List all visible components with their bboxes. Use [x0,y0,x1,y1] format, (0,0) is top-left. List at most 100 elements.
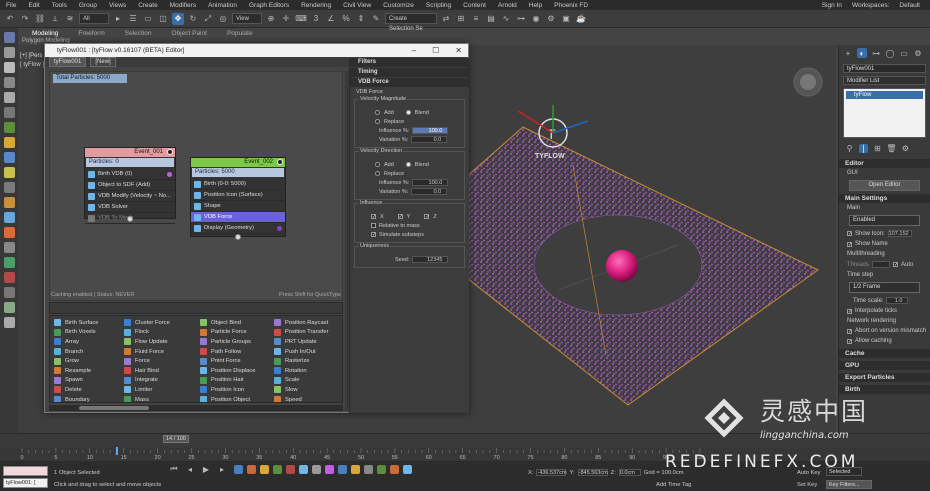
tab-modeling[interactable]: Modeling [32,30,58,37]
cache-header[interactable]: Cache [839,349,930,358]
place-icon[interactable]: ◎ [217,13,229,25]
variation-spinner[interactable]: 0.0 [411,188,448,195]
viewport-tab[interactable]: [ tyFlow ] [20,62,44,68]
helpers-icon[interactable] [3,167,15,178]
operator-item[interactable]: Limiter [124,385,198,395]
stack-item-tyflow[interactable]: tyFlow [846,91,923,99]
vdb-force-rollout[interactable]: VDB Force [350,78,469,87]
operator-item[interactable]: Mass [124,395,198,402]
operator-item[interactable]: Flock [124,328,198,338]
menu-edit[interactable]: Edit [28,2,39,9]
editor-rollout-header[interactable]: Editor [839,159,930,168]
play-icon[interactable]: ▶ [200,463,212,475]
pin-stack-icon[interactable]: ⚲ [845,144,854,153]
operator-item[interactable]: Birth Voxels [54,328,128,338]
render-production-icon[interactable]: ☕ [575,13,587,25]
rendered-frame-window-icon[interactable]: ▣ [560,13,572,25]
spinner-snap-icon[interactable]: ⇕ [355,13,367,25]
curve-editor-icon[interactable]: ∿ [500,13,512,25]
mirror-icon[interactable]: ⇄ [440,13,452,25]
percent-snap-icon[interactable]: % [340,13,352,25]
x-checkbox[interactable]: ✓ [371,214,376,220]
tool-icon[interactable] [286,465,295,474]
rotate-icon[interactable]: ↻ [187,13,199,25]
keyboard-shortcut-icon[interactable]: ⌨ [295,13,307,25]
go-to-start-icon[interactable]: ⏮ [168,463,180,475]
tyflow-title-bar[interactable]: tyFlow001 : [tyFlow v0.16107 (BETA) Edit… [45,44,468,57]
systems-icon[interactable] [3,197,15,208]
auto-checkbox[interactable]: ✓ [893,262,898,268]
toggle-ribbon-icon[interactable]: ▤ [485,13,497,25]
operator-item[interactable]: Position Object [200,395,274,402]
menu-rendering[interactable]: Rendering [301,2,331,9]
blend-radio[interactable] [405,110,411,115]
operator-item[interactable]: Position Hair [200,376,274,386]
operator-item[interactable]: Force [124,356,198,366]
set-key-button[interactable]: Set Key [797,482,817,488]
unlink-icon[interactable]: ⟂ [49,13,61,25]
operator-item[interactable]: Point Force [200,356,274,366]
threads-spinner[interactable] [872,261,891,268]
window-crossing-icon[interactable]: ◫ [157,13,169,25]
select-manipulate-icon[interactable]: ✛ [280,13,292,25]
hierarchy-icon[interactable] [3,62,15,73]
tool-icon[interactable] [377,465,386,474]
abort-checkbox[interactable]: ✓ [847,328,852,334]
operator-item[interactable]: Particle Groups [200,337,274,347]
modifier-stack[interactable]: tyFlow [843,88,926,138]
replace-radio[interactable] [375,171,380,176]
sign-in-link[interactable]: Sign In [822,2,842,9]
gpu-header[interactable]: GPU [839,361,930,370]
layer-explorer-icon[interactable]: ≡ [470,13,482,25]
previous-frame-icon[interactable]: ◂ [184,463,196,475]
z-checkbox[interactable]: ✓ [424,214,430,220]
tab-populate[interactable]: Populate [227,30,253,37]
dynamics-icon[interactable] [3,272,15,283]
add-time-tag[interactable]: Add Time Tag [656,482,691,488]
utilities-tab-icon[interactable]: ⚙ [913,48,923,58]
operator-item[interactable]: Particle Force [200,328,274,338]
scroll-thumb[interactable] [79,406,149,410]
tool-icon[interactable] [364,465,373,474]
menu-group[interactable]: Group [79,2,97,9]
x-coordinate[interactable]: -436.537cm [536,469,567,476]
maxscript-output[interactable]: tyFlow001: [ [3,478,48,488]
show-end-result-icon[interactable]: ❘ [859,144,868,153]
operator-item[interactable]: Push In/Out [274,347,342,357]
influence-spinner[interactable]: 100.0 [412,179,449,186]
event-node-1[interactable]: Event_001 Particles: 0 Birth VDB (0) Obj… [84,147,176,224]
operator-item[interactable]: Position Icon [200,385,274,395]
tab-freeform[interactable]: Freeform [78,30,104,37]
move-icon[interactable]: ✥ [172,12,184,25]
operator-row[interactable]: VDB Modify (Velocity ~ No... [85,191,175,202]
blend-radio[interactable] [405,162,411,167]
operator-item[interactable]: Boundary [54,395,128,402]
flow-graph[interactable]: Total Particles: 5000 Event_001 Particle… [49,71,343,301]
create-icon[interactable] [3,32,15,43]
tab-selection[interactable]: Selection [125,30,152,37]
make-unique-icon[interactable]: ⊞ [873,144,882,153]
modify-icon[interactable] [3,47,15,58]
geometry-icon[interactable] [3,212,15,223]
operator-item[interactable]: Flow Update [124,337,198,347]
operator-item[interactable]: Spawn [54,376,128,386]
operator-item[interactable]: Position Displace [200,366,274,376]
edit-named-sets-icon[interactable]: ✎ [370,13,382,25]
seed-spinner[interactable]: 12345 [412,256,449,263]
menu-help[interactable]: Help [529,2,542,9]
relative-to-mass-checkbox[interactable] [371,223,376,228]
replace-radio[interactable] [375,119,380,124]
workspace-dropdown[interactable]: Default [899,2,920,9]
operator-item[interactable]: Speed [274,395,342,402]
named-selection-dropdown[interactable]: Create Selection Se [385,13,437,32]
extras-icon[interactable] [3,287,15,298]
compound-icon[interactable] [3,242,15,253]
cameras-icon[interactable] [3,152,15,163]
z-coordinate[interactable]: 0.0cm [618,469,641,476]
operator-item[interactable]: Cluster Force [124,318,198,328]
remove-modifier-icon[interactable]: 🗑 [886,144,896,153]
tool-icon[interactable] [260,465,269,474]
depot-scrollbar[interactable] [49,405,343,411]
time-slider[interactable]: 14 / 100 [163,435,189,443]
configure-sets-icon[interactable]: ⚙ [901,144,910,153]
